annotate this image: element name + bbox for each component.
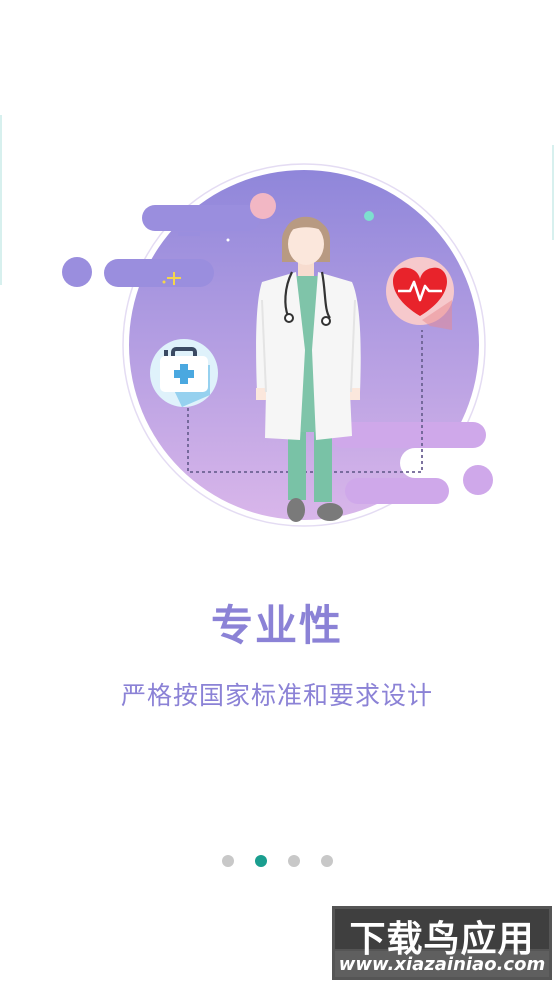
medical-kit-icon [150,339,218,407]
doctor-illustration [62,163,493,527]
page-dot-2-active[interactable] [254,855,267,867]
page-dot-4[interactable] [320,855,333,867]
watermark-url: www.xiazainiao.com [338,954,546,975]
onboarding-title: 专业性 [210,601,343,650]
watermark: 下载鸟应用 www.xiazainiao.com [332,906,552,980]
page-dot-1[interactable] [221,855,234,867]
onboarding-subtitle: 严格按国家标准和要求设计 [120,681,433,710]
page-indicator [0,855,554,867]
page-dot-3[interactable] [287,855,300,867]
